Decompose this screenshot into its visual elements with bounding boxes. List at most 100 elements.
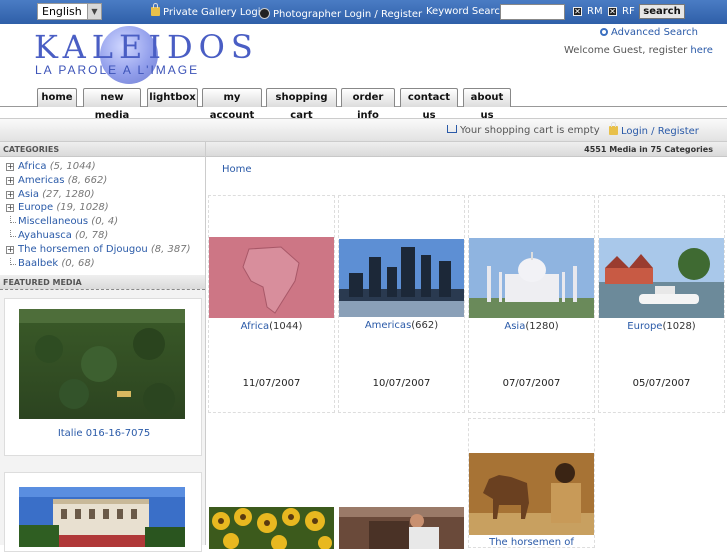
tab-shopping-cart[interactable]: shopping cart — [266, 88, 337, 121]
album-thumb-workshop[interactable] — [339, 507, 464, 549]
private-gallery-login-link[interactable]: Private Gallery Login — [151, 3, 267, 18]
album-thumb-africa[interactable] — [209, 237, 334, 318]
category-item-baalbek[interactable]: Baalbek (0, 68) — [6, 257, 205, 272]
featured-image-forest[interactable] — [19, 309, 185, 419]
main-nav: home new media lightbox my account shopp… — [0, 86, 727, 121]
category-name[interactable]: Africa — [18, 161, 47, 172]
expand-icon[interactable]: + — [6, 176, 14, 185]
lock-icon — [609, 122, 618, 135]
expand-icon[interactable]: + — [6, 204, 14, 213]
featured-media-card[interactable] — [4, 472, 202, 552]
category-name[interactable]: Baalbek — [18, 258, 58, 269]
featured-caption[interactable]: Italie 016-16-7075 — [5, 428, 203, 439]
album-count: (1028) — [662, 321, 696, 332]
category-item-ayahuasca[interactable]: Ayahuasca (0, 78) — [6, 229, 205, 244]
featured-image-building[interactable] — [19, 487, 185, 547]
category-item-horsemen[interactable]: + The horsemen of Djougou (8, 387) — [6, 244, 205, 258]
album-thumb-horsemen[interactable] — [469, 453, 594, 535]
category-name[interactable]: Miscellaneous — [18, 216, 88, 227]
category-count: (0, 4) — [91, 216, 119, 228]
camera-icon — [259, 8, 270, 19]
album-card-europe[interactable]: Europe(1028) 05/07/2007 — [598, 195, 725, 413]
album-thumb-europe[interactable] — [599, 238, 724, 318]
album-name[interactable]: Americas — [365, 320, 411, 331]
album-card-asia[interactable]: Asia(1280) 07/07/2007 — [468, 195, 595, 413]
album-caption[interactable]: Africa(1044) — [209, 321, 334, 332]
rm-checkbox[interactable]: ✕ — [573, 7, 582, 16]
breadcrumb-home[interactable]: Home — [222, 164, 252, 175]
expand-icon[interactable]: + — [6, 245, 14, 254]
album-caption[interactable]: Asia(1280) — [469, 321, 594, 332]
category-name[interactable]: Asia — [18, 189, 39, 200]
album-card[interactable] — [338, 418, 465, 549]
album-card-horsemen[interactable]: The horsemen of — [468, 418, 595, 548]
category-item-europe[interactable]: + Europe (19, 1028) — [6, 202, 205, 216]
album-caption[interactable]: The horsemen of — [469, 537, 594, 548]
lock-icon — [151, 3, 160, 16]
site-logo[interactable]: KALEIDOS LA PAROLE A L'IMAGE — [30, 26, 253, 86]
tab-order-info[interactable]: order info — [341, 88, 395, 121]
album-name[interactable]: Asia — [504, 321, 525, 332]
categories-header: CATEGORIES — [0, 142, 205, 157]
category-count: (0, 68) — [61, 257, 95, 269]
cart-status-text: Your shopping cart is empty — [460, 125, 600, 136]
featured-media-card[interactable]: Italie 016-16-7075 — [4, 298, 202, 456]
album-count: (1044) — [269, 321, 303, 332]
tab-about-us[interactable]: about us — [463, 88, 511, 121]
register-link[interactable]: here — [690, 45, 713, 56]
tab-contact-us[interactable]: contact us — [400, 88, 458, 121]
tree-line — [10, 229, 16, 237]
cart-status[interactable]: Your shopping cart is empty — [447, 125, 600, 136]
photographer-login-link[interactable]: Photographer Login / Register — [259, 6, 422, 20]
category-count: (27, 1280) — [42, 188, 95, 200]
language-value: English — [42, 5, 82, 18]
album-card-americas[interactable]: Americas(662) 10/07/2007 — [338, 195, 465, 413]
album-name[interactable]: Europe — [627, 321, 662, 332]
album-count: (1280) — [525, 321, 559, 332]
main-content: 4551 Media in 75 Categories Home Africa(… — [206, 142, 727, 549]
expand-icon[interactable]: + — [6, 190, 14, 199]
category-name[interactable]: The horsemen of Djougou — [18, 244, 148, 255]
category-count: (0, 78) — [75, 229, 109, 241]
keyword-search-input[interactable] — [500, 4, 565, 20]
welcome-text: Welcome Guest, register — [564, 45, 688, 56]
album-caption[interactable]: Europe(1028) — [599, 321, 724, 332]
album-card-africa[interactable]: Africa(1044) 11/07/2007 — [208, 195, 335, 413]
category-name[interactable]: Americas — [18, 175, 64, 186]
tab-lightbox[interactable]: lightbox — [147, 88, 198, 107]
category-item-miscellaneous[interactable]: Miscellaneous (0, 4) — [6, 216, 205, 230]
album-thumb-americas[interactable] — [339, 239, 464, 317]
rf-checkbox[interactable]: ✕ — [608, 7, 617, 16]
tab-new-media[interactable]: new media — [83, 88, 141, 121]
search-button[interactable]: search — [639, 4, 685, 19]
category-name[interactable]: Ayahuasca — [18, 230, 72, 241]
tab-my-account[interactable]: my account — [202, 88, 262, 121]
album-thumb-sunflowers[interactable] — [209, 507, 334, 549]
category-name[interactable]: Europe — [18, 202, 53, 213]
album-thumb-asia[interactable] — [469, 238, 594, 318]
chevron-down-icon[interactable]: ▼ — [87, 4, 101, 19]
category-count: (5, 1044) — [49, 161, 96, 172]
cart-icon — [447, 125, 457, 133]
category-count: (8, 387) — [150, 243, 191, 255]
category-tree: + Africa (5, 1044) + Americas (8, 662) + As… — [0, 157, 205, 275]
sidebar: CATEGORIES + Africa (5, 1044) + Americas (… — [0, 142, 206, 552]
welcome-message: Welcome Guest, register here — [564, 45, 713, 56]
category-item-americas[interactable]: + Americas (8, 662) — [6, 175, 205, 189]
album-name[interactable]: The horsemen of — [489, 537, 574, 548]
logo-name: KALEIDOS — [34, 28, 259, 66]
rf-label: RF — [622, 6, 635, 17]
search-icon — [600, 28, 608, 36]
category-item-africa[interactable]: + Africa (5, 1044) — [6, 161, 205, 175]
advanced-search-link[interactable]: Advanced Search — [600, 27, 698, 38]
album-caption[interactable]: Americas(662) — [339, 320, 464, 331]
tab-home[interactable]: home — [37, 88, 77, 107]
language-select[interactable]: English ▼ — [37, 3, 102, 20]
album-name[interactable]: Africa — [241, 321, 270, 332]
category-count: (19, 1028) — [56, 202, 109, 214]
private-gallery-login-label: Private Gallery Login — [163, 7, 267, 18]
album-card[interactable] — [208, 418, 335, 549]
expand-icon[interactable]: + — [6, 163, 14, 171]
category-item-asia[interactable]: + Asia (27, 1280) — [6, 189, 205, 203]
login-register-link[interactable]: Login / Register — [609, 122, 699, 137]
